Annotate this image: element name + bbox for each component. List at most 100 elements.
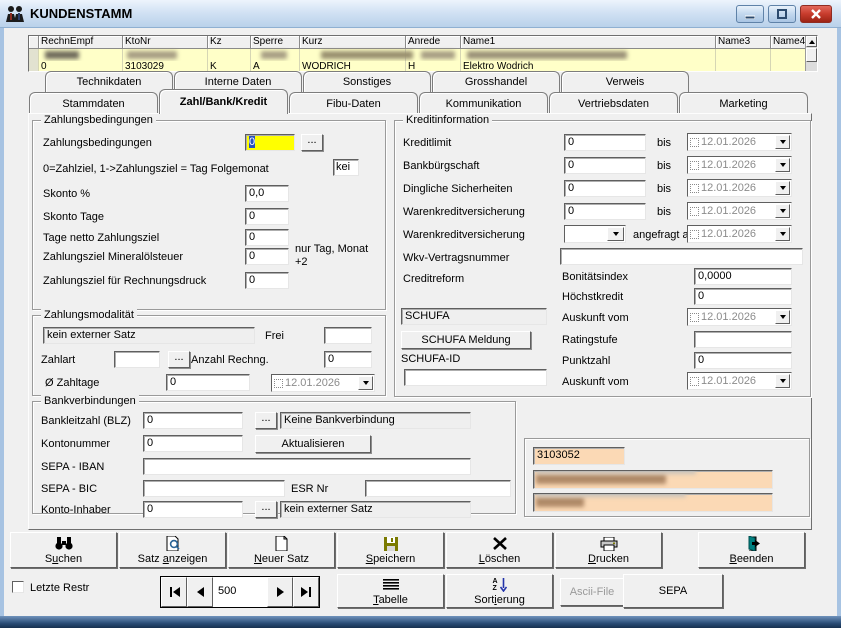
tabelle-button[interactable]: Tabelle <box>337 574 444 608</box>
sicherheiten-date-picker[interactable]: 12.01.2026 <box>687 179 792 197</box>
chevron-down-icon[interactable] <box>775 135 790 149</box>
tab-verweis[interactable]: Verweis <box>561 71 689 92</box>
col-name3[interactable]: Name3 <box>716 36 771 49</box>
sortierung-button[interactable]: AZ Sortierung <box>446 574 553 608</box>
satz-anzeigen-button[interactable]: Satz anzeigen <box>119 532 226 568</box>
tab-grosshandel[interactable]: Grosshandel <box>432 71 560 92</box>
frei-field[interactable] <box>324 327 372 344</box>
previous-record-button[interactable] <box>187 577 213 607</box>
tab-row-front: Stammdaten Zahl/Bank/Kredit Fibu-Daten K… <box>29 92 809 114</box>
zahltage-date-picker[interactable]: 12.01.2026 <box>271 374 375 392</box>
col-kurz[interactable]: Kurz <box>300 36 406 49</box>
warenkredit-field[interactable]: 0 <box>564 203 646 220</box>
last-record-button[interactable] <box>293 577 319 607</box>
speichern-button[interactable]: Speichern <box>337 532 444 568</box>
blz-field[interactable]: 0 <box>143 412 243 429</box>
chevron-down-icon[interactable] <box>775 158 790 172</box>
auskunft2-date-picker[interactable]: 12.01.2026 <box>687 372 792 390</box>
tab-kommunikation[interactable]: Kommunikation <box>419 92 548 114</box>
zahlungsbedingungen-browse-button[interactable]: ... <box>301 134 323 151</box>
suchen-button[interactable]: Suchen <box>10 532 117 568</box>
warenkredit-date-picker[interactable]: 12.01.2026 <box>687 202 792 220</box>
scrollbar-thumb[interactable] <box>806 48 817 62</box>
kei-field[interactable]: kei <box>333 159 359 176</box>
chevron-down-icon[interactable] <box>358 376 373 390</box>
zahlungsbedingungen-field[interactable]: 0 <box>245 134 295 151</box>
col-anrede[interactable]: Anrede <box>406 36 461 49</box>
aktualisieren-button[interactable]: Aktualisieren <box>255 435 371 453</box>
loeschen-button[interactable]: Löschen <box>446 532 553 568</box>
chevron-down-icon[interactable] <box>607 227 624 241</box>
rechnungsdruck-label: Zahlungsziel für Rechnungsdruck <box>43 275 206 287</box>
col-rechnempf[interactable]: RechnEmpf <box>39 36 123 49</box>
col-name4[interactable]: Name4 <box>771 36 807 49</box>
kontonummer-field[interactable]: 0 <box>143 435 243 452</box>
bic-field[interactable] <box>143 480 285 497</box>
neuer-satz-button[interactable]: Neuer Satz <box>228 532 335 568</box>
table-row[interactable] <box>29 49 817 61</box>
bankbuergschaft-date-picker[interactable]: 12.01.2026 <box>687 156 792 174</box>
schufa-meldung-button[interactable]: SCHUFA Meldung <box>401 331 531 349</box>
chevron-down-icon[interactable] <box>775 204 790 218</box>
beenden-button[interactable]: Beenden <box>698 532 805 568</box>
bonitaetsindex-field[interactable]: 0,0000 <box>694 268 792 285</box>
rechnungsdruck-field[interactable]: 0 <box>245 272 289 289</box>
anzahl-rechng-field[interactable]: 0 <box>324 351 372 368</box>
chevron-down-icon[interactable] <box>775 227 790 241</box>
col-kz[interactable]: Kz <box>208 36 251 49</box>
sicherheiten-field[interactable]: 0 <box>564 180 646 197</box>
wkv-combo[interactable] <box>564 225 626 243</box>
ratingstufe-field[interactable] <box>694 331 792 348</box>
auskunft-date-picker[interactable]: 12.01.2026 <box>687 308 792 326</box>
tab-page-zahl-bank-kredit: Zahlungsbedingungen Zahlungsbedingungen … <box>28 113 812 530</box>
sepa-button[interactable]: SEPA <box>623 574 723 608</box>
restore-button[interactable] <box>768 5 796 23</box>
tab-fibu-daten[interactable]: Fibu-Daten <box>289 92 418 114</box>
record-count-field[interactable]: 500 <box>213 577 267 607</box>
col-ktonr[interactable]: KtoNr <box>123 36 208 49</box>
mineraloelsteuer-field[interactable]: 0 <box>245 248 289 265</box>
chevron-down-icon[interactable] <box>775 310 790 324</box>
first-record-button[interactable] <box>161 577 187 607</box>
wkv-vertragsnummer-field[interactable] <box>560 248 803 265</box>
schufa-id-field[interactable] <box>404 369 547 386</box>
zahlart-browse-button[interactable]: ... <box>168 351 190 368</box>
tab-stammdaten[interactable]: Stammdaten <box>29 92 158 114</box>
tab-zahl-bank-kredit[interactable]: Zahl/Bank/Kredit <box>159 89 288 114</box>
blz-browse-button[interactable]: ... <box>255 412 277 429</box>
chevron-down-icon[interactable] <box>775 181 790 195</box>
skonto-field[interactable]: 0,0 <box>245 185 289 202</box>
next-record-button[interactable] <box>267 577 293 607</box>
kreditlimit-date-picker[interactable]: 12.01.2026 <box>687 133 792 151</box>
zahltage-field[interactable]: 0 <box>166 374 250 391</box>
chevron-down-icon[interactable] <box>775 374 790 388</box>
redacted-text <box>45 51 79 59</box>
kreditlimit-field[interactable]: 0 <box>564 134 646 151</box>
externer-satz-field[interactable]: kein externer Satz <box>43 327 255 344</box>
konto-inhaber-browse-button[interactable]: ... <box>255 501 277 518</box>
konto-inhaber-field[interactable]: 0 <box>143 501 243 518</box>
grid-scrollbar[interactable] <box>805 36 817 72</box>
punktzahl-field[interactable]: 0 <box>694 352 792 369</box>
tab-marketing[interactable]: Marketing <box>679 92 808 114</box>
scroll-up-icon[interactable] <box>806 36 817 47</box>
iban-field[interactable] <box>143 458 471 475</box>
skonto-tage-field[interactable]: 0 <box>245 208 289 225</box>
close-button[interactable] <box>800 5 832 23</box>
col-name1[interactable]: Name1 <box>461 36 716 49</box>
hoechstkredit-field[interactable]: 0 <box>694 288 792 305</box>
bis-label: bis <box>657 137 671 149</box>
minimize-button[interactable] <box>736 5 764 23</box>
angefragt-date-picker[interactable]: 12.01.2026 <box>687 225 792 243</box>
esr-field[interactable] <box>365 480 511 497</box>
col-sperre[interactable]: Sperre <box>251 36 300 49</box>
tab-technikdaten[interactable]: Technikdaten <box>45 71 173 92</box>
inhaber-status-field: kein externer Satz <box>280 501 471 518</box>
tab-vertriebsdaten[interactable]: Vertriebsdaten <box>549 92 678 114</box>
bankbuergschaft-field[interactable]: 0 <box>564 157 646 174</box>
drucken-button[interactable]: Drucken <box>555 532 662 568</box>
zahlart-field[interactable] <box>114 351 160 368</box>
tab-sonstiges[interactable]: Sonstiges <box>303 71 431 92</box>
letzte-restr-checkbox[interactable] <box>12 581 24 593</box>
tage-netto-field[interactable]: 0 <box>245 229 289 246</box>
